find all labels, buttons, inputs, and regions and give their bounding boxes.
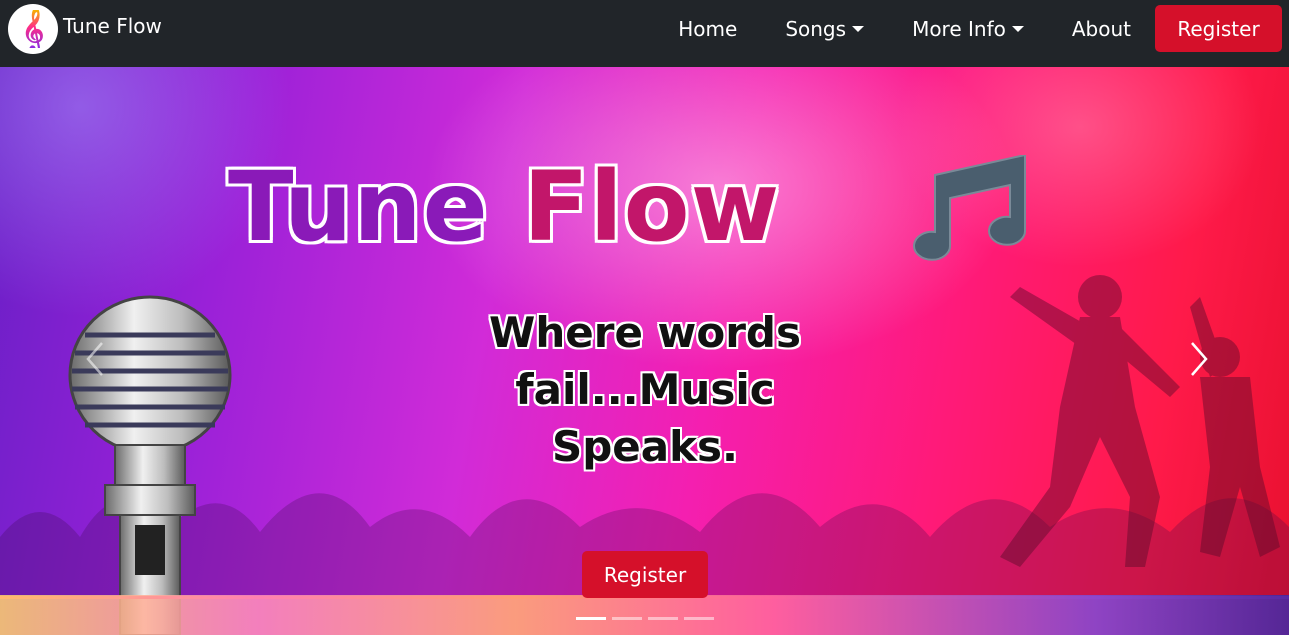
hero-carousel: Tune Flow Where words fail...Music Speak… xyxy=(0,67,1289,635)
hero-title-flow: Flow xyxy=(523,151,781,263)
brand-name: Tune Flow xyxy=(63,14,162,38)
nav-about-label: About xyxy=(1071,16,1131,41)
carousel-indicator-1[interactable] xyxy=(576,617,606,620)
dancers-silhouette xyxy=(1000,275,1280,567)
nav-about[interactable]: About xyxy=(1048,17,1155,41)
register-button-hero[interactable]: Register xyxy=(582,551,708,598)
caret-down-icon xyxy=(852,25,865,32)
hero-title: Tune Flow xyxy=(228,159,780,255)
carousel-indicators xyxy=(576,617,714,620)
tagline-line-3: Speaks. xyxy=(551,422,739,471)
carousel-prev-icon[interactable] xyxy=(84,339,108,379)
nav-home[interactable]: Home xyxy=(654,17,761,41)
carousel-indicator-2[interactable] xyxy=(612,617,642,620)
nav-songs-label: Songs xyxy=(785,16,847,41)
caret-down-icon xyxy=(1011,25,1024,32)
carousel-indicator-3[interactable] xyxy=(648,617,678,620)
tagline-line-2: fail...Music xyxy=(515,365,775,414)
logo-glyph: 𝄞 xyxy=(21,7,45,51)
navbar: 𝄞 Tune Flow Home Songs More Info About R… xyxy=(0,0,1289,67)
nav-more-info-label: More Info xyxy=(912,16,1006,41)
nav-home-label: Home xyxy=(678,16,738,41)
carousel-indicator-4[interactable] xyxy=(684,617,714,620)
nav-songs-dropdown[interactable]: Songs xyxy=(761,17,888,41)
register-button-nav[interactable]: Register xyxy=(1155,5,1282,52)
hero-title-tune: Tune xyxy=(228,151,524,263)
main-nav: Home Songs More Info About Register xyxy=(654,5,1282,52)
music-note-icon xyxy=(913,155,1027,261)
nav-more-info-dropdown[interactable]: More Info xyxy=(888,17,1048,41)
tagline-line-1: Where words xyxy=(489,308,801,357)
stage-stripes xyxy=(0,595,1289,635)
treble-clef-icon: 𝄞 xyxy=(8,4,58,54)
hero-tagline: Where words fail...Music Speaks. xyxy=(440,304,850,475)
carousel-next-icon[interactable] xyxy=(1186,339,1210,379)
brand[interactable]: 𝄞 Tune Flow xyxy=(8,4,162,54)
